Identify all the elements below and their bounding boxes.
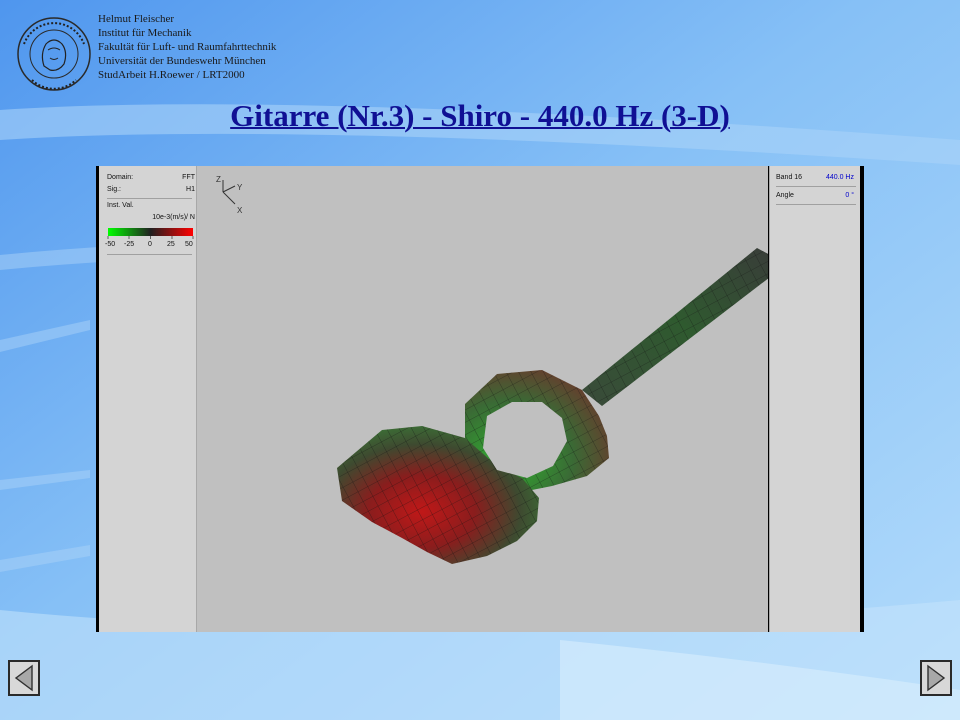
- unit-label: 10e-3(m/s)/ N: [152, 214, 195, 221]
- axis-label-x: X: [237, 206, 243, 215]
- angle-value: 0 °: [845, 192, 854, 199]
- unit-row: 10e-3(m/s)/ N: [107, 214, 195, 221]
- mode-shape-plot: Z Y X: [216, 175, 787, 564]
- next-slide-icon: [927, 664, 946, 692]
- band-row: Band 16 440.0 Hz: [776, 174, 854, 181]
- domain-value: FFT: [182, 174, 195, 181]
- separator: [107, 254, 192, 255]
- separator: [776, 186, 856, 187]
- axis-label-y: Y: [237, 183, 243, 192]
- separator: [776, 204, 856, 205]
- band-label: Band 16: [776, 174, 803, 181]
- signal-row: Sig.: H1: [107, 186, 195, 193]
- inst-val-label: Inst. Val.: [107, 202, 134, 209]
- separator: [107, 198, 192, 199]
- header-line-work: StudArbeit H.Roewer / LRT2000: [98, 69, 245, 81]
- previous-slide-button[interactable]: [8, 660, 40, 696]
- right-info-panel: Band 16 440.0 Hz Angle 0 °: [769, 166, 860, 632]
- author-header: Helmut Fleischer Institut für Mechanik F…: [98, 12, 276, 82]
- header-line-name: Helmut Fleischer: [98, 13, 175, 25]
- band-value: 440.0 Hz: [825, 174, 854, 181]
- angle-label: Angle: [776, 192, 794, 199]
- next-slide-button[interactable]: [920, 660, 952, 696]
- scale-tick: -25: [124, 241, 135, 248]
- header-line-university: Universität der Bundeswehr München: [98, 55, 266, 67]
- signal-label: Sig.:: [107, 186, 122, 193]
- scale-tick: 50: [185, 241, 193, 248]
- inst-val-row: Inst. Val.: [107, 202, 195, 209]
- header-line-faculty: Fakultät für Luft- und Raumfahrttechnik: [98, 41, 277, 53]
- scale-tick-labels: -50 -25 0 25 50: [105, 241, 197, 251]
- domain-label: Domain:: [107, 174, 134, 181]
- scale-tick: -50: [105, 241, 116, 248]
- animation-window: Domain: FFT Sig.: H1 Inst. Val. 10e-3(m/…: [96, 166, 864, 632]
- domain-row: Domain: FFT: [107, 174, 195, 181]
- scale-tick: 25: [167, 241, 175, 248]
- angle-row: Angle 0 °: [776, 192, 854, 199]
- coordinate-axes-icon: [222, 180, 236, 205]
- axis-label-z: Z: [216, 175, 221, 184]
- scale-tick: 0: [148, 241, 152, 248]
- 3d-viewport[interactable]: Z Y X: [197, 166, 787, 632]
- signal-value: H1: [186, 186, 195, 193]
- slide-title: Gitarre (Nr.3) - Shiro - 440.0 Hz (3-D): [230, 98, 730, 133]
- previous-slide-icon: [14, 664, 33, 692]
- header-line-institute: Institut für Mechanik: [98, 27, 192, 39]
- university-seal-icon: [17, 17, 91, 91]
- left-info-panel: Domain: FFT Sig.: H1 Inst. Val. 10e-3(m/…: [99, 166, 197, 632]
